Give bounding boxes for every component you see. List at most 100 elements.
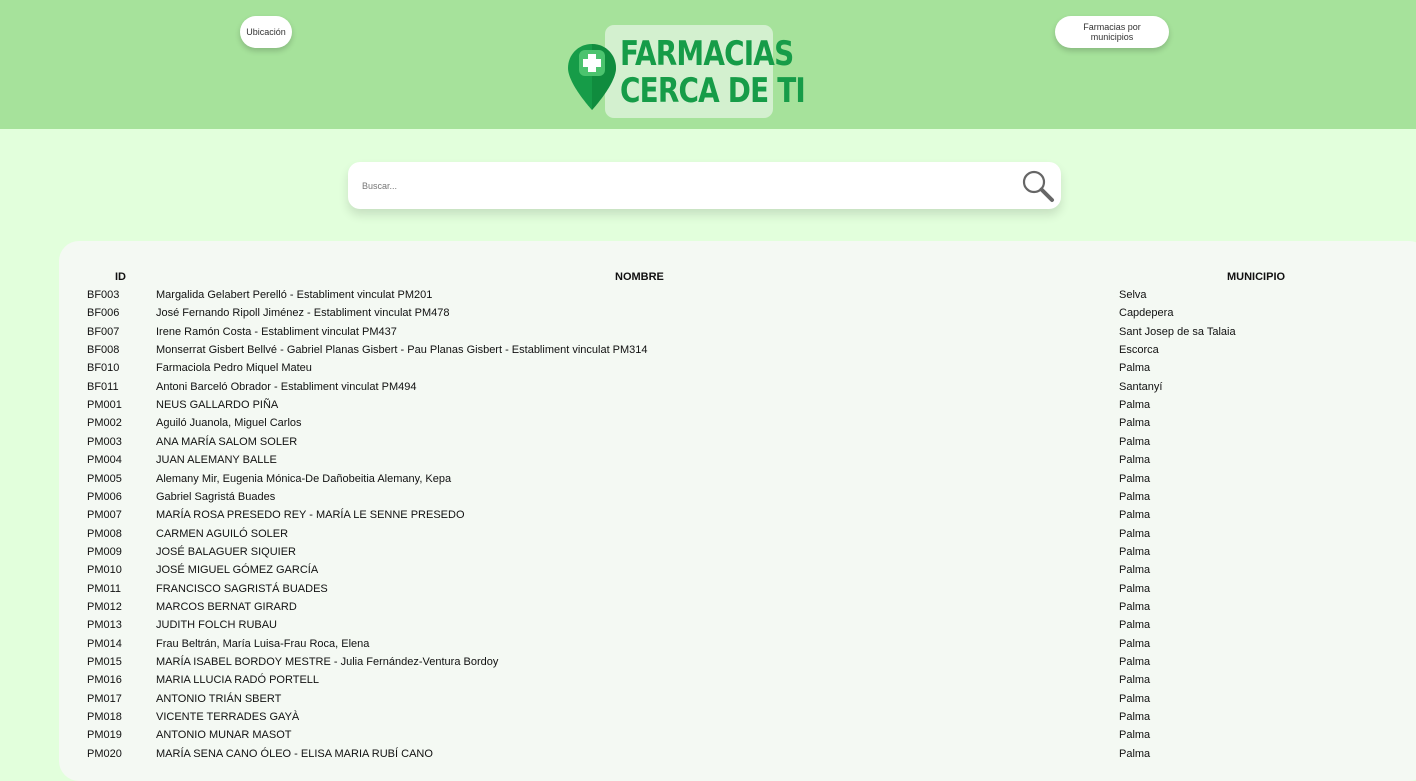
cell-municipio: Palma: [1119, 362, 1151, 374]
cell-nombre: José Fernando Ripoll Jiménez - Establime…: [156, 307, 450, 319]
cell-nombre: ANTONIO TRIÁN SBERT: [156, 693, 282, 705]
cell-nombre: JUAN ALEMANY BALLE: [156, 454, 277, 466]
cell-id: PM001: [87, 399, 122, 411]
cell-id: PM013: [87, 619, 122, 631]
cell-nombre: CARMEN AGUILÓ SOLER: [156, 528, 289, 540]
cell-id: PM007: [87, 509, 122, 521]
cell-id: PM012: [87, 601, 122, 613]
cell-municipio: Palma: [1119, 638, 1151, 650]
cell-municipio: Palma: [1119, 454, 1151, 466]
cell-id: PM005: [87, 473, 122, 485]
cell-id: PM016: [87, 674, 122, 686]
logo-text-line2: CERCA DE TI: [620, 71, 806, 111]
municipios-button[interactable]: Farmacias por municipios: [1055, 16, 1169, 48]
table-row[interactable]: BF006 José Fernando Ripoll Jiménez - Esta…: [0, 305, 1416, 323]
search-input[interactable]: [360, 176, 1004, 196]
table-row[interactable]: PM006 Gabriel Sagristá Buades Palma: [0, 489, 1416, 507]
cell-nombre: MARÍA ISABEL BORDOY MESTRE - Julia Ferná…: [156, 656, 499, 668]
cell-municipio: Palma: [1119, 674, 1151, 686]
cell-id: PM009: [87, 546, 122, 558]
table-row[interactable]: BF008 Monserrat Gisbert Bellvé - Gabriel …: [0, 342, 1416, 360]
map-pin-cross-icon: [568, 44, 616, 110]
cell-id: BF007: [87, 326, 120, 338]
table-row[interactable]: PM011 FRANCISCO SAGRISTÁ BUADES Palma: [0, 581, 1416, 599]
cell-nombre: Alemany Mir, Eugenia Mónica-De Dañobeiti…: [156, 473, 452, 485]
cell-id: PM006: [87, 491, 122, 503]
cell-id: PM015: [87, 656, 122, 668]
cell-id: PM014: [87, 638, 122, 650]
magnifier-icon[interactable]: [1021, 169, 1055, 203]
cell-nombre: Gabriel Sagristá Buades: [156, 491, 276, 503]
table-row[interactable]: PM013 JUDITH FOLCH RUBAU Palma: [0, 617, 1416, 635]
column-header-nombre: NOMBRE: [615, 271, 664, 283]
table-row[interactable]: PM003 ANA MARÍA SALOM SOLER Palma: [0, 434, 1416, 452]
cell-id: PM008: [87, 528, 122, 540]
cell-nombre: JUDITH FOLCH RUBAU: [156, 619, 278, 631]
cell-nombre: VICENTE TERRADES GAYÀ: [156, 711, 300, 723]
cell-id: PM003: [87, 436, 122, 448]
cell-municipio: Palma: [1119, 748, 1151, 760]
cell-nombre: ANTONIO MUNAR MASOT: [156, 729, 292, 741]
table-row[interactable]: PM008 CARMEN AGUILÓ SOLER Palma: [0, 526, 1416, 544]
cell-nombre: Irene Ramón Costa - Establiment vinculat…: [156, 326, 397, 338]
cell-municipio: Palma: [1119, 473, 1151, 485]
cell-nombre: Antoni Barceló Obrador - Establiment vin…: [156, 381, 417, 393]
search-bar: [348, 162, 1061, 209]
table-row[interactable]: BF003 Margalida Gelabert Perelló - Establ…: [0, 287, 1416, 305]
cell-id: PM017: [87, 693, 122, 705]
table-row[interactable]: PM005 Alemany Mir, Eugenia Mónica-De Daño…: [0, 471, 1416, 489]
cell-municipio: Capdepera: [1119, 307, 1174, 319]
table-row[interactable]: BF011 Antoni Barceló Obrador - Establimen…: [0, 379, 1416, 397]
table-row[interactable]: PM007 MARÍA ROSA PRESEDO REY - MARÍA LE S…: [0, 507, 1416, 525]
table-row[interactable]: PM018 VICENTE TERRADES GAYÀ Palma: [0, 709, 1416, 727]
table-row[interactable]: PM016 MARIA LLUCIA RADÓ PORTELL Palma: [0, 672, 1416, 690]
cell-id: BF006: [87, 307, 120, 319]
cell-nombre: JOSÉ BALAGUER SIQUIER: [156, 546, 296, 558]
site-logo[interactable]: FARMACIAS CERCA DE TI: [566, 24, 806, 120]
column-header-id: ID: [115, 271, 126, 283]
cell-municipio: Palma: [1119, 656, 1151, 668]
table-row[interactable]: PM015 MARÍA ISABEL BORDOY MESTRE - Julia …: [0, 654, 1416, 672]
table-row[interactable]: PM004 JUAN ALEMANY BALLE Palma: [0, 452, 1416, 470]
column-header-municipio: MUNICIPIO: [1227, 271, 1286, 283]
cell-municipio: Palma: [1119, 546, 1151, 558]
cell-municipio: Palma: [1119, 509, 1151, 521]
cell-id: BF008: [87, 344, 120, 356]
cell-id: BF003: [87, 289, 120, 301]
table-row[interactable]: PM019 ANTONIO MUNAR MASOT Palma: [0, 727, 1416, 745]
cell-nombre: MARIA LLUCIA RADÓ PORTELL: [156, 674, 320, 686]
table-row[interactable]: PM017 ANTONIO TRIÁN SBERT Palma: [0, 691, 1416, 709]
cell-nombre: Margalida Gelabert Perelló - Establiment…: [156, 289, 433, 301]
cell-municipio: Palma: [1119, 417, 1151, 429]
cell-municipio: Escorca: [1119, 344, 1159, 356]
cell-municipio: Palma: [1119, 436, 1151, 448]
table-row[interactable]: PM010 JOSÉ MIGUEL GÓMEZ GARCÍA Palma: [0, 562, 1416, 580]
cell-id: PM004: [87, 454, 122, 466]
cell-municipio: Santanyí: [1119, 381, 1163, 393]
cell-nombre: MARÍA SENA CANO ÓLEO - ELISA MARIA RUBÍ …: [156, 748, 433, 760]
cell-municipio: Palma: [1119, 491, 1151, 503]
table-row[interactable]: BF007 Irene Ramón Costa - Establiment vin…: [0, 324, 1416, 342]
ubicacion-button[interactable]: Ubicación: [240, 16, 292, 48]
table-row[interactable]: PM002 Aguiló Juanola, Miguel Carlos Palma: [0, 415, 1416, 433]
cell-nombre: Aguiló Juanola, Miguel Carlos: [156, 417, 302, 429]
cell-id: PM019: [87, 729, 122, 741]
site-header: Ubicación Farmacias por municipios FARMA…: [0, 0, 1416, 129]
cell-nombre: ANA MARÍA SALOM SOLER: [156, 436, 298, 448]
cell-nombre: NEUS GALLARDO PIÑA: [156, 399, 279, 411]
table-row[interactable]: PM009 JOSÉ BALAGUER SIQUIER Palma: [0, 544, 1416, 562]
cell-id: PM010: [87, 564, 122, 576]
cell-nombre: Frau Beltrán, María Luisa-Frau Roca, Ele…: [156, 638, 370, 650]
table-row[interactable]: PM020 MARÍA SENA CANO ÓLEO - ELISA MARIA …: [0, 746, 1416, 764]
cell-municipio: Palma: [1119, 528, 1151, 540]
cell-nombre: JOSÉ MIGUEL GÓMEZ GARCÍA: [156, 564, 319, 576]
table-row[interactable]: PM001 NEUS GALLARDO PIÑA Palma: [0, 397, 1416, 415]
table-row[interactable]: BF010 Farmaciola Pedro Miquel Mateu Palma: [0, 360, 1416, 378]
table-row[interactable]: PM012 MARCOS BERNAT GIRARD Palma: [0, 599, 1416, 617]
cell-municipio: Palma: [1119, 729, 1151, 741]
cell-municipio: Sant Josep de sa Talaia: [1119, 326, 1236, 338]
table-row[interactable]: PM014 Frau Beltrán, María Luisa-Frau Roca…: [0, 636, 1416, 654]
cell-nombre: FRANCISCO SAGRISTÁ BUADES: [156, 583, 328, 595]
cell-nombre: MARCOS BERNAT GIRARD: [156, 601, 297, 613]
cell-municipio: Selva: [1119, 289, 1147, 301]
